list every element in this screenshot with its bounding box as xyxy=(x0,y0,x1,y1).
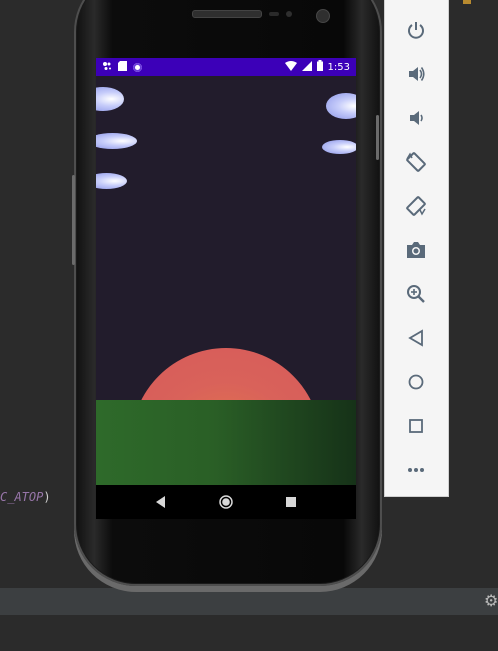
code-line: C_ATOP) xyxy=(0,490,51,504)
overview-icon[interactable] xyxy=(404,414,428,438)
back-icon[interactable] xyxy=(404,326,428,350)
battery-icon xyxy=(316,60,323,74)
home-icon[interactable] xyxy=(404,370,428,394)
wifi-icon xyxy=(284,60,297,74)
home-icon[interactable] xyxy=(217,493,235,511)
assistant-icon xyxy=(102,61,112,74)
editor-marker xyxy=(463,0,471,4)
power-icon[interactable] xyxy=(404,18,428,42)
recents-icon[interactable] xyxy=(282,493,300,511)
volume-up-icon[interactable] xyxy=(404,62,428,86)
power-side-button[interactable] xyxy=(376,115,379,160)
cloud xyxy=(96,87,124,111)
sd-card-icon xyxy=(118,60,127,74)
code-suffix: ) xyxy=(43,490,51,504)
rotate-left-icon[interactable] xyxy=(404,150,428,174)
signal-icon xyxy=(301,60,312,74)
front-camera xyxy=(316,9,330,23)
device-screen[interactable]: 1:53 xyxy=(96,58,356,485)
volume-rocker[interactable] xyxy=(72,175,75,265)
status-clock: 1:53 xyxy=(327,61,350,73)
cloud xyxy=(96,173,127,189)
code-constant: C_ATOP xyxy=(0,490,44,504)
cloud xyxy=(326,93,356,119)
back-icon[interactable] xyxy=(152,493,170,511)
gear-icon[interactable]: ⚙ xyxy=(484,590,498,612)
proximity-sensor xyxy=(269,12,279,16)
status-bar: 1:53 xyxy=(96,58,356,76)
zoom-icon[interactable] xyxy=(404,282,428,306)
speaker-grille xyxy=(192,10,262,18)
cloud xyxy=(322,140,356,154)
sync-icon xyxy=(133,62,142,72)
cloud xyxy=(96,133,137,149)
emulator-toolbar xyxy=(384,0,449,497)
ide-bottom-bar xyxy=(0,588,498,615)
navigation-bar xyxy=(96,485,356,519)
volume-down-icon[interactable] xyxy=(404,106,428,130)
rotate-right-icon[interactable] xyxy=(404,194,428,218)
light-sensor xyxy=(286,11,292,17)
more-icon[interactable] xyxy=(404,458,428,482)
grass-ground xyxy=(96,400,356,485)
camera-icon[interactable] xyxy=(404,238,428,262)
